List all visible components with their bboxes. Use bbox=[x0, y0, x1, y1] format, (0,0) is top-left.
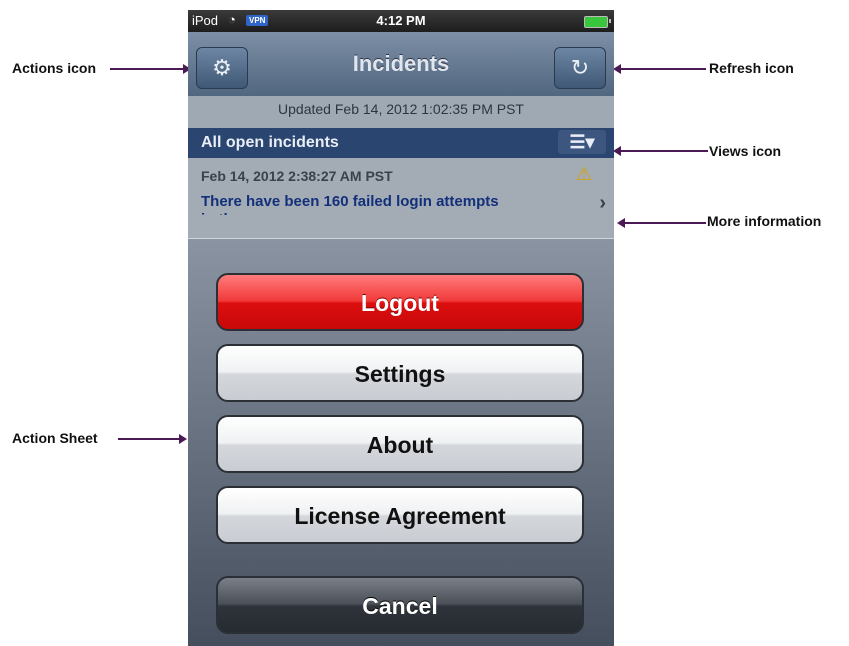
page-title: Incidents bbox=[352, 51, 450, 76]
callout-refresh-icon: Refresh icon bbox=[709, 60, 794, 76]
phone-screen: iPod ◔ VPN 4:12 PM ⚙ Incidents ↻ Updated… bbox=[188, 10, 614, 646]
callout-action-sheet: Action Sheet bbox=[12, 430, 98, 446]
incident-row[interactable]: Feb 14, 2012 2:38:27 AM PST ⚠ There have… bbox=[188, 158, 614, 238]
callout-arrowhead bbox=[617, 218, 625, 228]
callout-arrowhead bbox=[613, 64, 621, 74]
callout-arrow bbox=[118, 438, 180, 440]
callout-views-icon: Views icon bbox=[709, 143, 782, 159]
action-sheet: Logout Settings About License Agreement … bbox=[188, 238, 614, 646]
status-bar: iPod ◔ VPN 4:12 PM bbox=[188, 10, 614, 32]
incident-date: Feb 14, 2012 2:38:27 AM PST bbox=[201, 168, 393, 184]
callout-arrowhead bbox=[179, 434, 187, 444]
section-header: All open incidents ☰▾ bbox=[188, 128, 614, 158]
callout-arrow bbox=[620, 68, 706, 70]
callout-arrowhead bbox=[613, 146, 621, 156]
callout-actions-icon: Actions icon bbox=[12, 60, 97, 76]
callout-arrow bbox=[110, 68, 184, 70]
refresh-button[interactable]: ↻ bbox=[554, 47, 606, 89]
warning-icon: ⚠ bbox=[575, 164, 592, 184]
battery-icon bbox=[584, 16, 608, 28]
callout-more-information: More information bbox=[707, 213, 822, 229]
callout-arrow bbox=[624, 222, 706, 224]
refresh-icon: ↻ bbox=[570, 55, 590, 80]
license-agreement-button[interactable]: License Agreement bbox=[216, 486, 584, 544]
status-time: 4:12 PM bbox=[376, 13, 426, 28]
about-button[interactable]: About bbox=[216, 415, 584, 473]
views-button[interactable]: ☰▾ bbox=[558, 130, 606, 154]
logout-button[interactable]: Logout bbox=[216, 273, 584, 331]
callout-arrow bbox=[620, 150, 708, 152]
navigation-bar: ⚙ Incidents ↻ bbox=[188, 32, 614, 97]
incident-summary: There have been 160 failed login attempt… bbox=[201, 193, 499, 215]
list-menu-icon: ☰▾ bbox=[569, 132, 595, 152]
cancel-button[interactable]: Cancel bbox=[216, 576, 584, 634]
settings-button[interactable]: Settings bbox=[216, 344, 584, 402]
section-title: All open incidents bbox=[201, 134, 339, 151]
battery-nub bbox=[609, 19, 611, 23]
chevron-right-icon[interactable]: › bbox=[599, 192, 606, 215]
